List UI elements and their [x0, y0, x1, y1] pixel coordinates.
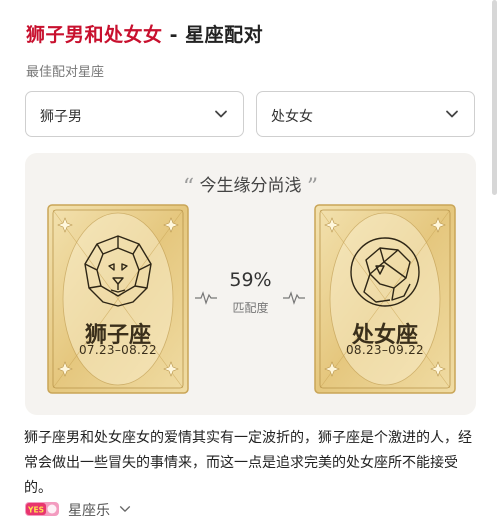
match-panel: “ 今生缘分尚浅 ” 狮子座 07.23–08.22 59% 匹配度 处女座 0…: [25, 153, 476, 415]
female-sign-select[interactable]: 处女女: [256, 91, 475, 137]
app-logo-icon: YES: [25, 502, 59, 516]
card-frame: [314, 204, 456, 394]
leo-card[interactable]: 狮子座 07.23–08.22: [47, 204, 189, 394]
page-header: 狮子男和处女女 - 星座配对 最佳配对星座: [26, 20, 486, 80]
chevron-down-icon: [446, 110, 458, 118]
virgo-dates: 08.23–09.22: [345, 343, 424, 357]
page-subtitle: 最佳配对星座: [26, 65, 105, 80]
male-sign-select[interactable]: 狮子男: [25, 91, 244, 137]
male-sign-value: 狮子男: [40, 109, 82, 125]
match-quote: “ 今生缘分尚浅 ”: [25, 171, 476, 200]
compatibility-description: 狮子座男和处女座女的爱情其实有一定波折的，狮子座是个激进的人，经常会做出一些冒失…: [24, 430, 472, 496]
page-title: 狮子男和处女女 - 星座配对: [26, 20, 486, 47]
quote-text: 今生缘分尚浅: [199, 176, 302, 196]
title-highlight: 狮子男和处女女: [26, 24, 163, 46]
card-frame: [47, 204, 189, 394]
source-footer[interactable]: YES 星座乐: [24, 495, 484, 523]
chevron-down-icon[interactable]: [118, 502, 132, 516]
scrollbar[interactable]: [492, 0, 497, 195]
source-name[interactable]: 星座乐: [68, 500, 110, 520]
quote-open-mark: “: [182, 175, 195, 200]
virgo-card[interactable]: 处女座 08.23–09.22: [314, 204, 456, 394]
leo-dates: 07.23–08.22: [78, 343, 157, 357]
chevron-down-icon: [215, 110, 227, 118]
pulse-icon: [283, 291, 305, 305]
title-rest: - 星座配对: [162, 24, 264, 46]
female-sign-value: 处女女: [271, 109, 313, 125]
logo-text: YES: [27, 506, 44, 515]
match-percent: 59%: [229, 269, 272, 291]
quote-close-mark: ”: [306, 175, 319, 200]
